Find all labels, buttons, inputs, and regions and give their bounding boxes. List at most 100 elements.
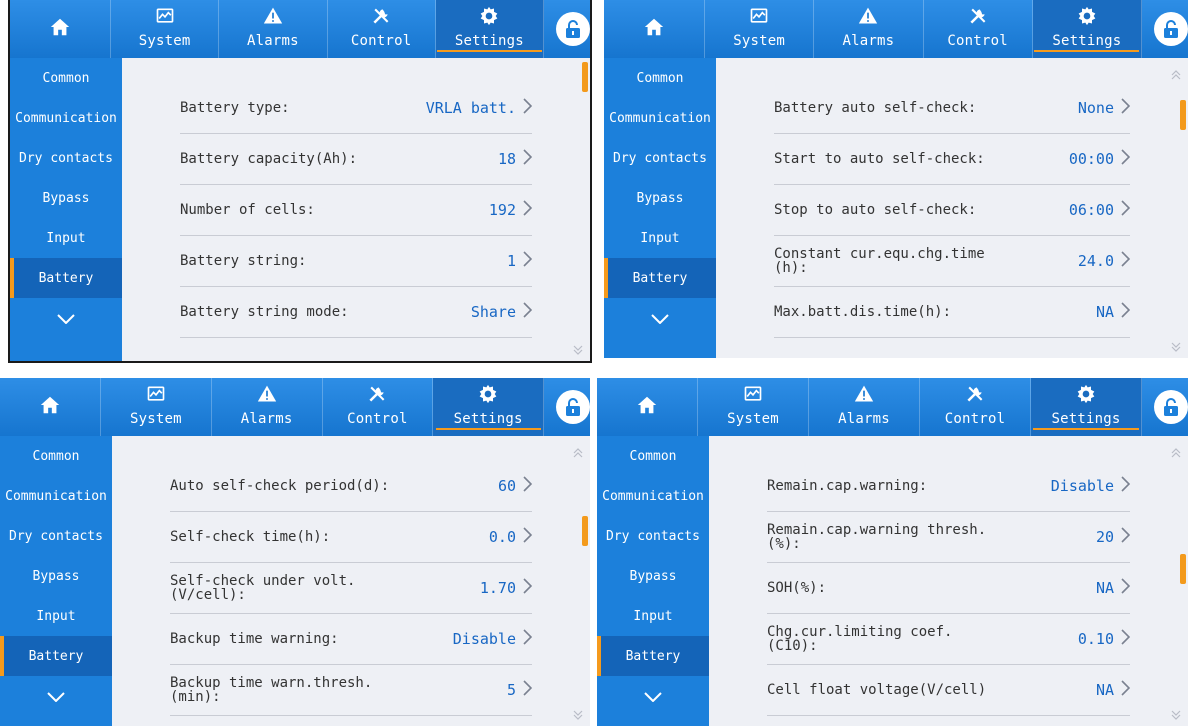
tab-system[interactable]: System [111, 0, 220, 58]
tab-alarms[interactable]: Alarms [814, 0, 924, 58]
sidebar-item-dry-contacts[interactable]: Dry contacts [0, 516, 112, 556]
tab-control[interactable]: Control [328, 0, 436, 58]
setting-row[interactable]: Battery capacity(Ah): 18 [180, 133, 533, 185]
sidebar-more-button[interactable] [10, 298, 122, 338]
sidebar-more-button[interactable] [604, 298, 716, 338]
sidebar-item-battery[interactable]: Battery [597, 636, 709, 676]
setting-row[interactable]: Remain.cap.warning thresh. (%): 20 [767, 511, 1131, 563]
unlock-button[interactable] [1142, 378, 1188, 436]
tab-system[interactable]: System [101, 378, 212, 436]
sidebar-item-input[interactable]: Input [604, 218, 716, 258]
sidebar-item-input[interactable]: Input [0, 596, 112, 636]
home-button[interactable] [604, 0, 705, 58]
scroll-down-icon[interactable] [1170, 338, 1182, 352]
setting-row[interactable]: Self-check time(h): 0.0 [170, 511, 533, 563]
setting-value: 1.70 [480, 577, 533, 598]
tab-alarms[interactable]: Alarms [809, 378, 920, 436]
home-button[interactable] [597, 378, 698, 436]
tab-label: System [129, 411, 182, 427]
setting-value-text: 0.0 [488, 527, 516, 546]
sidebar-item-battery[interactable]: Battery [0, 636, 112, 676]
setting-row[interactable]: Battery auto self-check: None [774, 82, 1131, 134]
scroll-up-icon[interactable] [1170, 444, 1182, 458]
setting-row[interactable]: Stop to auto self-check: 06:00 [774, 184, 1131, 236]
setting-row[interactable]: SOH(%): NA [767, 562, 1131, 614]
unlock-button[interactable] [1142, 0, 1188, 58]
setting-label: Backup time warning: [170, 630, 339, 647]
sidebar-item-communication[interactable]: Communication [597, 476, 709, 516]
sidebar-item-common[interactable]: Common [0, 436, 112, 476]
sidebar-item-dry-contacts[interactable]: Dry contacts [597, 516, 709, 556]
scrollbar-thumb[interactable] [1180, 554, 1186, 584]
setting-value: NA [1096, 577, 1131, 598]
setting-row[interactable]: Chg.cur.limiting coef. (C10): 0.10 [767, 613, 1131, 665]
scroll-up-icon[interactable] [1170, 66, 1182, 80]
tab-label: Settings [1033, 411, 1139, 430]
sidebar-item-dry-contacts[interactable]: Dry contacts [10, 138, 122, 178]
tab-settings[interactable]: Settings [433, 378, 544, 436]
scroll-down-icon[interactable] [572, 341, 584, 355]
sidebar-item-bypass[interactable]: Bypass [0, 556, 112, 596]
tab-control[interactable]: Control [920, 378, 1031, 436]
sidebar-item-communication[interactable]: Communication [604, 98, 716, 138]
sidebar-item-common[interactable]: Common [604, 58, 716, 98]
tab-settings[interactable]: Settings [1031, 378, 1142, 436]
scroll-down-icon[interactable] [572, 706, 584, 720]
sidebar-more-button[interactable] [0, 676, 112, 716]
setting-row[interactable]: Battery string mode: Share [180, 286, 533, 338]
sidebar-item-common[interactable]: Common [10, 58, 122, 98]
tab-settings[interactable]: Settings [435, 0, 544, 58]
tab-alarms[interactable]: Alarms [219, 0, 328, 58]
unlock-button[interactable] [544, 0, 590, 58]
scrollbar-thumb[interactable] [582, 62, 588, 92]
setting-row[interactable]: Number of cells: 192 [180, 184, 533, 236]
sidebar-item-input[interactable]: Input [10, 218, 122, 258]
sidebar-item-bypass[interactable]: Bypass [597, 556, 709, 596]
sidebar-item-bypass[interactable]: Bypass [604, 178, 716, 218]
setting-row[interactable]: Backup time warn.thresh. (min): 5 [170, 664, 533, 716]
setting-row[interactable]: Constant cur.equ.chg.time (h): 24.0 [774, 235, 1131, 287]
setting-value: Share [471, 301, 533, 322]
unlock-icon [556, 390, 590, 424]
setting-row[interactable]: Max.batt.dis.time(h): NA [774, 286, 1131, 338]
sidebar-item-communication[interactable]: Communication [10, 98, 122, 138]
setting-row[interactable]: Self-check under volt. (V/cell): 1.70 [170, 562, 533, 614]
tab-system[interactable]: System [705, 0, 815, 58]
setting-row[interactable]: Auto self-check period(d): 60 [170, 460, 533, 512]
tab-label: Alarms [246, 33, 299, 49]
scroll-up-icon[interactable] [572, 444, 584, 458]
unlock-button[interactable] [544, 378, 590, 436]
sidebar-item-battery[interactable]: Battery [604, 258, 716, 298]
sidebar-item-battery[interactable]: Battery [10, 258, 122, 298]
top-nav-bar: System Alarms Control Settings [10, 0, 590, 58]
ups-settings-panel: System Alarms Control Settings Common Communi… [597, 378, 1188, 726]
setting-row[interactable]: Battery type: VRLA batt. [180, 82, 533, 134]
chevron-right-icon [1114, 475, 1131, 496]
sidebar-item-common[interactable]: Common [597, 436, 709, 476]
chevron-right-icon [1114, 250, 1131, 271]
sidebar-more-button[interactable] [597, 676, 709, 716]
setting-row[interactable]: Remain.cap.warning: Disable [767, 460, 1131, 512]
system-chart-icon [146, 384, 166, 408]
setting-row[interactable]: Start to auto self-check: 00:00 [774, 133, 1131, 185]
tab-label: Control [347, 411, 408, 427]
sidebar-item-dry-contacts[interactable]: Dry contacts [604, 138, 716, 178]
scrollbar-thumb[interactable] [582, 516, 588, 546]
tab-system[interactable]: System [698, 378, 809, 436]
sidebar-item-bypass[interactable]: Bypass [10, 178, 122, 218]
home-button[interactable] [0, 378, 101, 436]
setting-label: Constant cur.equ.chg.time (h): [774, 245, 985, 276]
setting-row[interactable]: Cell float voltage(V/cell) NA [767, 664, 1131, 716]
home-button[interactable] [10, 0, 111, 58]
scrollbar-thumb[interactable] [1180, 100, 1186, 130]
setting-row[interactable]: Battery string: 1 [180, 235, 533, 287]
setting-label: Battery string: [180, 252, 307, 269]
sidebar-item-communication[interactable]: Communication [0, 476, 112, 516]
tab-control[interactable]: Control [924, 0, 1033, 58]
tab-settings[interactable]: Settings [1032, 0, 1142, 58]
tab-control[interactable]: Control [323, 378, 434, 436]
sidebar-item-input[interactable]: Input [597, 596, 709, 636]
scroll-down-icon[interactable] [1170, 706, 1182, 720]
setting-row[interactable]: Backup time warning: Disable [170, 613, 533, 665]
tab-alarms[interactable]: Alarms [212, 378, 323, 436]
